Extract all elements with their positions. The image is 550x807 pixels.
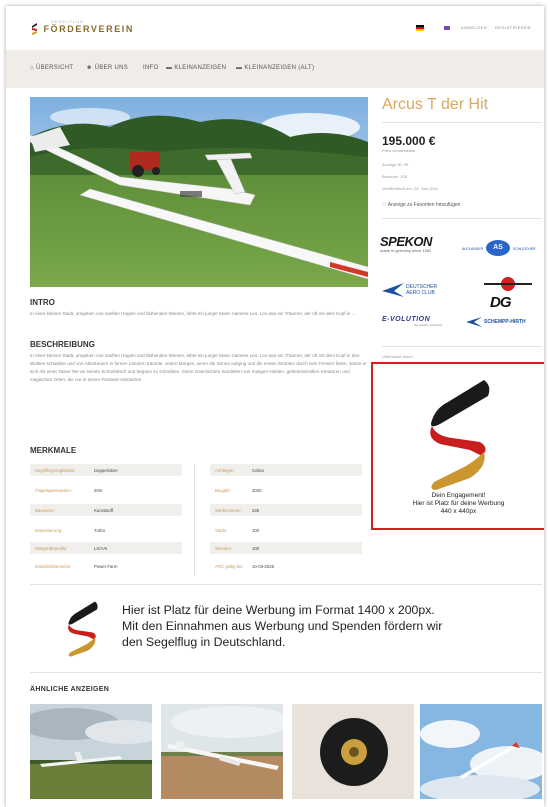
glider-photo <box>30 97 368 287</box>
evolution-subtitle: the electric revolution <box>414 323 443 327</box>
feature-row: Bauweise: Kunststoff <box>30 504 182 516</box>
as-logo-icon: AS <box>486 240 510 256</box>
features-heading: MERKMALE <box>30 446 77 455</box>
sponsor-daec[interactable]: DEUTSCHER AERO CLUB <box>382 281 457 301</box>
heart-icon: ♡ <box>382 202 387 208</box>
logo-mark-icon <box>32 22 37 35</box>
listing-user: Benutzer: 105 <box>382 174 407 179</box>
sponsor-schempp-hirth[interactable]: SCHEMPP-HIRTH <box>466 316 544 332</box>
intro-heading: INTRO <box>30 298 55 307</box>
wheel-photo <box>292 704 414 799</box>
logo-text: FÖRDERVEREIN <box>43 23 134 34</box>
flag-s-logo-icon <box>68 601 98 657</box>
feature-row: Segelflugzeugklasse: Doppelsitzer <box>30 464 182 476</box>
divider <box>382 218 542 219</box>
nav-item-classifieds-old[interactable]: ▬ KLEINANZEIGEN (ALT) <box>236 65 314 71</box>
spekon-logo-text: SPEKON <box>380 234 432 249</box>
flag-de-icon[interactable] <box>416 25 424 31</box>
main-nav: ⌂ ÜBERSICHT ☻ ÜBER UNS INFO ▬ KLEINANZEIGEN… <box>6 50 544 88</box>
sponsor-alexander-schleicher[interactable]: ALEXANDER AS SCHLEICHER <box>462 239 544 259</box>
alexander-text: ALEXANDER <box>462 247 484 251</box>
flag-en-icon[interactable] <box>444 26 450 30</box>
login-link[interactable]: ANMELDEN <box>461 25 487 30</box>
nav-item-about[interactable]: ☻ ÜBER UNS <box>86 65 128 71</box>
divider <box>30 672 542 673</box>
features-separator <box>194 464 195 576</box>
sponsor-e-volution[interactable]: E-VOLUTION the electric revolution <box>382 316 462 332</box>
feature-row: ARC gültig bis: 10-03-2025 <box>215 564 274 569</box>
description-heading: BESCHREIBUNG <box>30 340 95 349</box>
listing-main-image[interactable] <box>30 97 368 287</box>
divider <box>382 346 542 347</box>
feature-row: Baujahr: 2020 <box>215 488 262 493</box>
sponsor-dg[interactable]: DG <box>484 274 532 314</box>
feature-row: Werknummer: 235 <box>210 504 362 516</box>
banner-ad-text: Hier ist Platz für deine Werbung im Form… <box>122 603 443 649</box>
feature-row: Seitgeräteprofile: LX/AAI <box>30 542 182 554</box>
schempp-logo-text: SCHEMPP-HIRTH <box>484 319 526 325</box>
feature-row: Motorisierung: Turbo <box>35 528 106 533</box>
schleicher-text: SCHLEICHER <box>513 247 536 251</box>
favorite-button[interactable]: ♡ Anzeige zu Favoriten hinzufügen <box>382 202 460 208</box>
divider <box>30 584 542 585</box>
dg-aircraft-icon <box>484 277 532 291</box>
glider-field-photo <box>30 704 152 799</box>
logo-subtitle: SEGELFLUG <box>51 19 85 24</box>
daec-text: DEUTSCHER AERO CLUB <box>406 284 438 296</box>
page-frame: FÖRDERVEREIN SEGELFLUG ANMELDEN REGISTRI… <box>6 6 544 807</box>
account-links: ANMELDEN REGISTRIEREN <box>461 25 537 30</box>
ad-placeholder-square[interactable]: Dein Engagement! Hier ist Platz für dein… <box>371 362 544 530</box>
feature-row: Zeitarfahrbereiche: Power Farm <box>35 564 118 569</box>
similar-listing-thumb-1[interactable] <box>30 704 152 799</box>
listing-title: Arcus T der Hit <box>382 96 489 113</box>
listing-price: 195.000 € <box>382 134 436 148</box>
similar-listing-thumb-4[interactable] <box>420 704 542 799</box>
top-bar: FÖRDERVEREIN SEGELFLUG ANMELDEN REGISTRI… <box>6 6 544 50</box>
description-text: In einer kleinen Stadt, umgeben von sanf… <box>30 353 367 382</box>
similar-listings-heading: ÄHNLICHE ANZEIGEN <box>30 686 110 693</box>
nav-item-classifieds[interactable]: ▬ KLEINANZEIGEN <box>166 65 226 71</box>
cart-icon: ▬ <box>166 65 173 71</box>
similar-listing-thumb-2[interactable] <box>161 704 283 799</box>
sponsor-spekon[interactable]: SPEKON made in germany since 1982 <box>380 234 458 262</box>
similar-listing-thumb-3[interactable] <box>292 704 414 799</box>
cart-icon: ▬ <box>236 65 243 71</box>
dg-logo-text: DG <box>490 294 511 311</box>
listing-id: Anzeige ID: 29 <box>382 162 409 167</box>
nav-item-overview[interactable]: ⌂ ÜBERSICHT <box>30 65 73 71</box>
home-icon: ⌂ <box>30 65 34 71</box>
ad-placeholder-text: Dein Engagement! Hier ist Platz für dein… <box>412 492 505 515</box>
listing-date: Veröffentlicht am: 23. Juni 2024 <box>382 186 438 191</box>
evolution-logo-text: E-VOLUTION <box>382 316 431 323</box>
spekon-tagline: made in germany since 1982 <box>380 248 432 253</box>
daec-wing-icon <box>382 283 404 297</box>
price-note: Preis verhandelbar <box>382 148 416 153</box>
flag-s-logo-icon <box>430 380 490 490</box>
register-link[interactable]: REGISTRIEREN <box>495 25 531 30</box>
glider-airfield-photo <box>161 704 283 799</box>
sponsors-caption: Unterstützt durch: <box>382 354 414 359</box>
users-icon: ☻ <box>86 65 93 71</box>
intro-text: In einer kleinen Stadt, umgeben von sanf… <box>30 311 356 316</box>
feature-row: Anhänger: Cobra <box>210 464 362 476</box>
feature-row: Stunden: 100 <box>210 542 362 554</box>
feature-row: Flügelspannweiten: 20m <box>35 488 103 493</box>
feature-row: Starts: 100 <box>215 528 260 533</box>
schempp-wing-icon <box>466 317 482 327</box>
glider-sky-photo <box>420 704 542 799</box>
divider <box>382 122 542 123</box>
nav-item-info[interactable]: INFO <box>143 65 159 71</box>
